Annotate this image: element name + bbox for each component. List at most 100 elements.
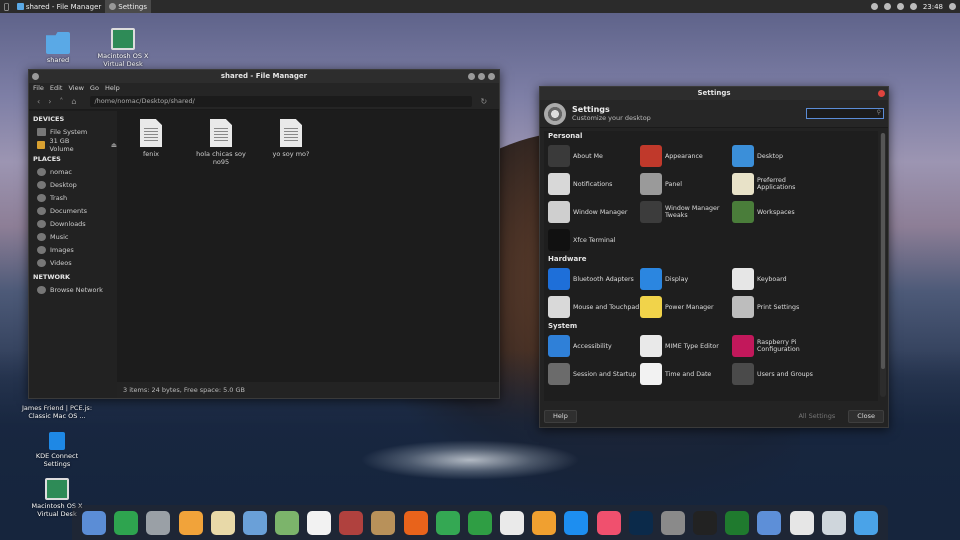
settings-titlebar[interactable]: Settings bbox=[540, 87, 888, 100]
settings-item[interactable]: Appearance bbox=[640, 142, 732, 170]
preview-icon[interactable] bbox=[242, 510, 267, 535]
reload-icon[interactable]: ↻ bbox=[480, 97, 487, 106]
file-item[interactable]: yo soy mo? bbox=[261, 119, 321, 158]
all-settings-button[interactable]: All Settings bbox=[789, 410, 844, 423]
sidebar-item-home[interactable]: nomac bbox=[29, 165, 117, 178]
settings-item[interactable]: Panel bbox=[640, 170, 732, 198]
system-preferences-icon[interactable] bbox=[660, 510, 685, 535]
search-input[interactable]: ⚲ bbox=[806, 108, 884, 119]
settings-item[interactable]: MIME Type Editor bbox=[640, 332, 732, 360]
close-settings-button[interactable]: Close bbox=[848, 409, 884, 423]
music-icon[interactable] bbox=[596, 510, 621, 535]
textedit-icon[interactable] bbox=[500, 510, 525, 535]
sidebar-item-videos[interactable]: Videos bbox=[29, 256, 117, 269]
notification-icon[interactable] bbox=[896, 3, 904, 10]
power-bulb-icon bbox=[640, 296, 662, 318]
scrollbar[interactable] bbox=[880, 133, 886, 397]
desktop-icon-pcejs[interactable]: James Friend | PCE.js: Classic Mac OS ..… bbox=[22, 398, 92, 420]
settings-item[interactable]: Window Manager bbox=[548, 198, 640, 226]
notes-icon[interactable] bbox=[210, 510, 235, 535]
sidebar-item-music[interactable]: Music bbox=[29, 230, 117, 243]
settings-item[interactable]: Time and Date bbox=[640, 360, 732, 388]
photos-icon[interactable] bbox=[178, 510, 203, 535]
section-grid: Bluetooth Adapters Display Keyboard Mouse a… bbox=[544, 265, 878, 321]
back-icon[interactable]: ‹ bbox=[37, 97, 40, 106]
help-button[interactable]: Help bbox=[544, 409, 577, 423]
apple-menu[interactable]:  bbox=[0, 0, 13, 13]
photoshop-icon[interactable] bbox=[628, 510, 653, 535]
sidebar-item-browse-network[interactable]: Browse Network bbox=[29, 283, 117, 296]
window-menu-icon[interactable] bbox=[32, 73, 39, 80]
menu-view[interactable]: View bbox=[68, 83, 83, 94]
desktop-icon-kde-connect[interactable]: KDE Connect Settings bbox=[22, 432, 92, 468]
settings-item[interactable]: Accessibility bbox=[548, 332, 640, 360]
sidebar-item-documents[interactable]: Documents bbox=[29, 204, 117, 217]
minimize-button[interactable] bbox=[468, 73, 475, 80]
close-button[interactable] bbox=[488, 73, 495, 80]
settings-item[interactable]: Session and Startup bbox=[548, 360, 640, 388]
menu-file[interactable]: File bbox=[33, 83, 44, 94]
settings-item[interactable]: Power Manager bbox=[640, 293, 732, 321]
settings-item[interactable]: Users and Groups bbox=[732, 360, 824, 388]
app-store-icon[interactable] bbox=[564, 510, 589, 535]
file-view[interactable]: fenix hola chicas soy no95 yo soy mo? bbox=[117, 111, 499, 381]
clock[interactable]: 23:48 bbox=[923, 3, 943, 11]
window-icon[interactable] bbox=[757, 510, 782, 535]
screenshot-icon[interactable] bbox=[870, 3, 878, 10]
settings-item[interactable]: Xfce Terminal bbox=[548, 226, 640, 254]
settings-item[interactable]: Keyboard bbox=[732, 265, 824, 293]
sidebar-item-trash[interactable]: Trash bbox=[29, 191, 117, 204]
file-item[interactable]: hola chicas soy no95 bbox=[191, 119, 251, 166]
desktop-icon-shared[interactable]: shared bbox=[23, 32, 93, 64]
calendar-icon[interactable] bbox=[307, 510, 332, 535]
trash-icon[interactable] bbox=[821, 510, 846, 535]
task-settings[interactable]: Settings bbox=[105, 0, 151, 13]
finder-icon[interactable] bbox=[853, 510, 878, 535]
maps-icon[interactable] bbox=[275, 510, 300, 535]
close-button[interactable] bbox=[878, 90, 885, 97]
launchpad-icon[interactable] bbox=[146, 510, 171, 535]
menu-edit[interactable]: Edit bbox=[50, 83, 63, 94]
forward-icon[interactable]: › bbox=[48, 97, 51, 106]
sidebar-item-desktop[interactable]: Desktop bbox=[29, 178, 117, 191]
desktop-icon-macos-vd[interactable]: Macintosh OS X Virtual Desk bbox=[88, 28, 158, 68]
settings-item[interactable]: Print Settings bbox=[732, 293, 824, 321]
location-bar[interactable]: /home/nomac/Desktop/shared/ bbox=[90, 96, 473, 107]
chrome-icon[interactable] bbox=[435, 510, 460, 535]
radar-icon[interactable] bbox=[725, 510, 750, 535]
settings-item[interactable]: Desktop bbox=[732, 142, 824, 170]
dictionary-icon[interactable] bbox=[339, 510, 364, 535]
power-icon[interactable] bbox=[883, 3, 891, 10]
clock-icon[interactable] bbox=[789, 510, 814, 535]
file-item[interactable]: fenix bbox=[121, 119, 181, 158]
menu-help[interactable]: Help bbox=[105, 83, 120, 94]
task-file-manager[interactable]: shared - File Manager bbox=[13, 0, 105, 13]
up-icon[interactable]: ˄ bbox=[59, 97, 63, 106]
file-manager-titlebar[interactable]: shared - File Manager bbox=[29, 70, 499, 83]
settings-item[interactable]: Workspaces bbox=[732, 198, 824, 226]
contacts-icon[interactable] bbox=[371, 510, 396, 535]
maximize-button[interactable] bbox=[478, 73, 485, 80]
home-icon[interactable]: ⌂ bbox=[71, 97, 76, 106]
settings-list: Personal About Me Appearance Desktop Notific… bbox=[544, 131, 878, 401]
finder-icon[interactable] bbox=[82, 510, 107, 535]
settings-item[interactable]: Preferred Applications bbox=[732, 170, 824, 198]
firefox-icon[interactable] bbox=[403, 510, 428, 535]
spotify-like-icon[interactable] bbox=[114, 510, 139, 535]
terminal-icon[interactable] bbox=[693, 510, 718, 535]
settings-item[interactable]: Window Manager Tweaks bbox=[640, 198, 732, 226]
menu-go[interactable]: Go bbox=[90, 83, 99, 94]
network-icon[interactable] bbox=[909, 3, 917, 10]
pages-icon[interactable] bbox=[532, 510, 557, 535]
numbers-icon[interactable] bbox=[467, 510, 492, 535]
settings-item[interactable]: About Me bbox=[548, 142, 640, 170]
settings-item[interactable]: Notifications bbox=[548, 170, 640, 198]
settings-item[interactable]: Raspberry Pi Configuration bbox=[732, 332, 824, 360]
settings-item[interactable]: Mouse and Touchpad bbox=[548, 293, 640, 321]
sidebar-item-downloads[interactable]: Downloads bbox=[29, 217, 117, 230]
settings-item[interactable]: Bluetooth Adapters bbox=[548, 265, 640, 293]
sidebar-item-volume[interactable]: 31 GB Volume ⏏ bbox=[29, 137, 117, 153]
sidebar-item-images[interactable]: Images bbox=[29, 243, 117, 256]
settings-item[interactable]: Display bbox=[640, 265, 732, 293]
volume-icon[interactable] bbox=[949, 3, 956, 10]
